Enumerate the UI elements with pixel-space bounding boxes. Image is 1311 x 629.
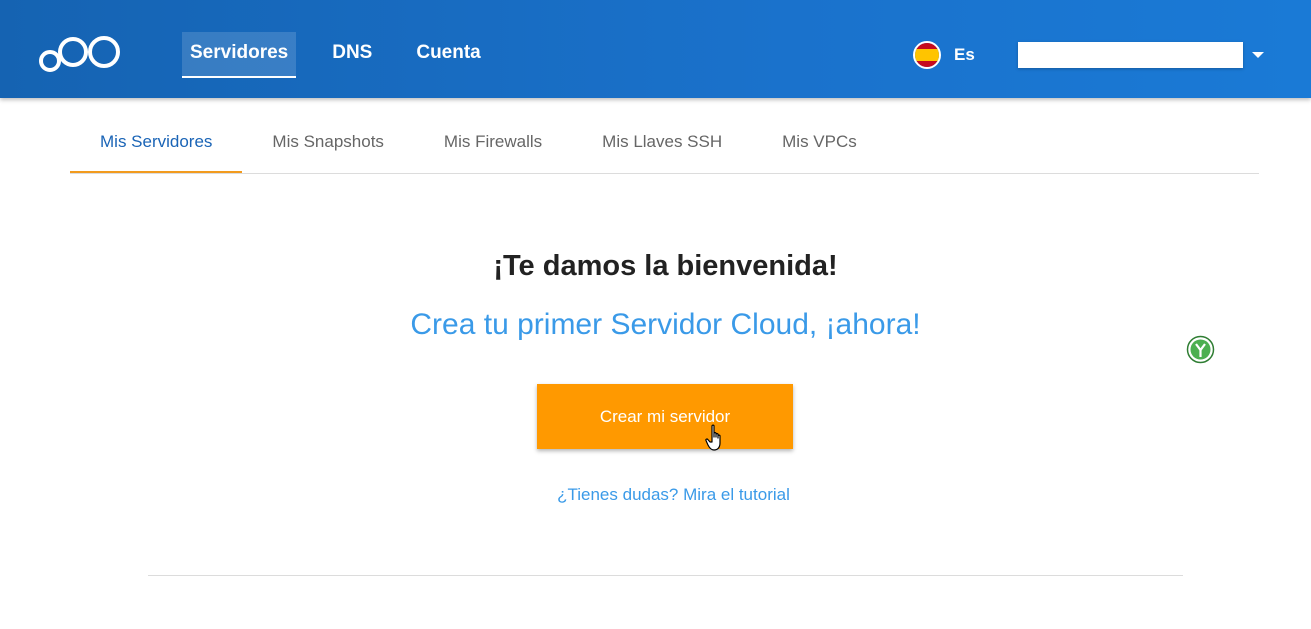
page-title: ¡Te damos la bienvenida! (493, 250, 838, 282)
spain-flag-icon (913, 41, 941, 69)
top-navigation-bar: Servidores DNS Cuenta Es (0, 0, 1311, 98)
nav-dns[interactable]: DNS (324, 32, 380, 78)
nav-cuenta[interactable]: Cuenta (408, 32, 488, 78)
tab-mis-firewalls[interactable]: Mis Firewalls (414, 112, 572, 173)
logo-icon[interactable] (38, 30, 122, 74)
tab-mis-llaves-ssh[interactable]: Mis Llaves SSH (572, 112, 752, 173)
welcome-section: ¡Te damos la bienvenida! (0, 250, 1311, 283)
page-subtitle: Crea tu primer Servidor Cloud, ¡ahora! (410, 308, 921, 341)
tutorial-link[interactable]: ¿Tienes dudas? Mira el tutorial (18, 485, 1311, 505)
language-label: Es (954, 45, 975, 64)
servers-tabs: Mis Servidores Mis Snapshots Mis Firewal… (70, 112, 1259, 174)
language-selector[interactable]: Es (913, 41, 975, 69)
divider (148, 575, 1183, 576)
main-nav: Servidores DNS Cuenta (182, 32, 517, 78)
tab-mis-snapshots[interactable]: Mis Snapshots (242, 112, 414, 173)
user-account-field[interactable] (1018, 42, 1243, 68)
chevron-down-icon[interactable] (1252, 52, 1264, 58)
assistant-badge-icon[interactable] (1186, 335, 1215, 364)
tab-mis-vpcs[interactable]: Mis VPCs (752, 112, 887, 173)
tab-mis-servidores[interactable]: Mis Servidores (70, 112, 243, 173)
hand-pointer-icon (705, 424, 721, 451)
create-server-button[interactable]: Crear mi servidor (537, 384, 793, 449)
nav-servidores[interactable]: Servidores (182, 32, 297, 78)
